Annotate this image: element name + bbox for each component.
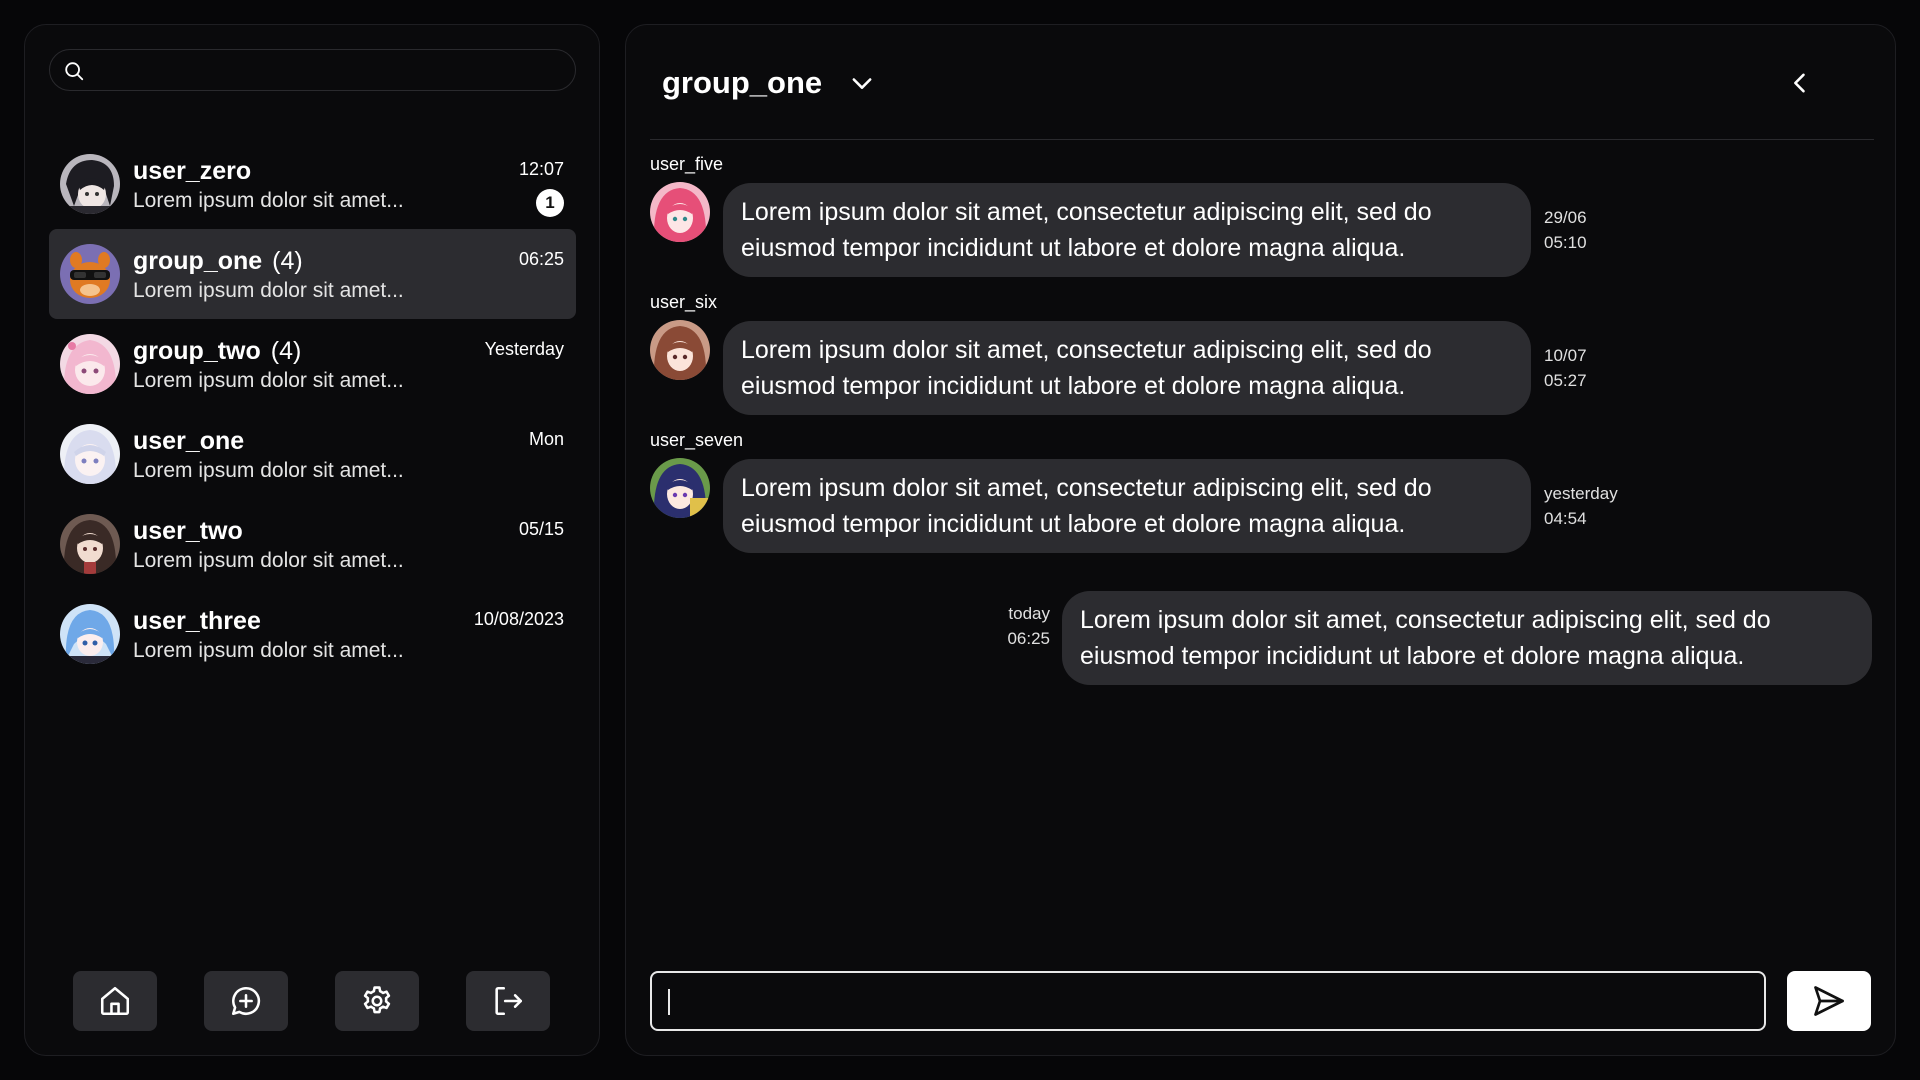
conversation-time: Mon [528,429,564,449]
conversation-name: group_two (4) [133,337,302,365]
chat-panel: group_one user_five Lorem ipsum dolor si… [625,24,1896,1056]
conversation-time: 05/15 [518,519,564,539]
search-input[interactable] [94,50,559,90]
message-bubble: Lorem ipsum dolor sit amet, consectetur … [723,321,1531,415]
chat-app: user_zero Lorem ipsum dolor sit amet... … [0,0,1920,1080]
message-date: today [1008,604,1050,623]
chevron-down-icon [852,78,872,89]
bottom-nav [73,971,550,1031]
conversation-item[interactable]: user_three Lorem ipsum dolor sit amet...… [49,589,576,679]
message-bubble: Lorem ipsum dolor sit amet, consectetur … [723,459,1531,553]
send-button[interactable] [1787,971,1871,1031]
message-input[interactable] [664,973,1752,1029]
message-timestamp: 29/06 05:10 [1544,205,1587,255]
avatar [60,514,120,574]
chat-header: group_one [650,25,1874,140]
avatar [650,458,710,518]
conversation-item[interactable]: user_two Lorem ipsum dolor sit amet... 0… [49,499,576,589]
message-sender: user_five [650,154,724,174]
conversation-preview: Lorem ipsum dolor sit amet... [133,189,404,212]
conversation-preview: Lorem ipsum dolor sit amet... [133,549,404,572]
new-chat-button[interactable] [204,971,288,1031]
message-timestamp: yesterday 04:54 [1544,481,1618,531]
member-count: (4) [270,337,302,365]
home-button[interactable] [73,971,157,1031]
conversation-item[interactable]: user_one Lorem ipsum dolor sit amet... M… [49,409,576,499]
settings-button[interactable] [335,971,419,1031]
conversation-name: user_one [133,427,245,455]
chat-title: group_one [662,65,823,100]
message-bubble-outgoing: Lorem ipsum dolor sit amet, consectetur … [1062,591,1872,685]
message-date: 10/07 [1544,346,1587,365]
avatar [60,604,120,664]
new-chat-icon [231,986,261,1016]
conversation-item-active[interactable]: group_one (4) Lorem ipsum dolor sit amet.… [49,229,576,319]
avatar [60,424,120,484]
conversation-name: group_one (4) [133,247,303,275]
conversation-item[interactable]: group_two (4) Lorem ipsum dolor sit amet.… [49,319,576,409]
message-time: 04:54 [1544,509,1587,528]
conversation-preview: Lorem ipsum dolor sit amet... [133,639,404,662]
message-date: yesterday [1544,484,1618,503]
home-icon [100,986,130,1016]
message-time: 06:25 [1007,629,1050,648]
message-date: 29/06 [1544,208,1587,227]
back-button[interactable] [1786,69,1814,102]
conversation-name: user_three [133,607,261,635]
logout-icon [495,986,523,1016]
conversation-preview: Lorem ipsum dolor sit amet... [133,369,404,392]
avatar [650,320,710,380]
message-timestamp: today 06:25 [1002,601,1050,651]
message-sender: user_six [650,292,718,312]
message-timestamp: 10/07 05:27 [1544,343,1587,393]
conversation-preview: Lorem ipsum dolor sit amet... [133,459,404,482]
message-time: 05:10 [1544,233,1587,252]
avatar [60,154,120,214]
avatar [60,244,120,304]
sidebar: user_zero Lorem ipsum dolor sit amet... … [24,24,600,1056]
search-icon [65,62,84,81]
logout-button[interactable] [466,971,550,1031]
chevron-left-icon [1794,73,1805,93]
conversation-preview: Lorem ipsum dolor sit amet... [133,279,404,302]
conversation-list: user_zero Lorem ipsum dolor sit amet... … [49,139,576,679]
send-icon [1814,986,1844,1016]
avatar [650,182,710,242]
message-bubble: Lorem ipsum dolor sit amet, consectetur … [723,183,1531,277]
conversation-name: user_two [133,517,243,545]
unread-badge: 1 [536,189,564,217]
gear-icon [363,986,391,1014]
text-caret [668,989,670,1015]
message-composer[interactable] [650,971,1766,1031]
conversation-time: 06:25 [518,249,564,269]
conversation-item[interactable]: user_zero Lorem ipsum dolor sit amet... … [49,139,576,229]
conversation-time: 10/08/2023 [473,609,564,629]
conversation-name: user_zero [133,157,252,185]
message-sender: user_seven [650,430,744,450]
conversation-time: 12:07 [518,159,564,179]
member-count: (4) [272,247,303,275]
avatar [60,334,120,394]
message-time: 05:27 [1544,371,1587,390]
search-bar[interactable] [49,49,576,91]
conversation-time: Yesterday [484,339,564,359]
chat-options-dropdown[interactable] [848,69,876,102]
